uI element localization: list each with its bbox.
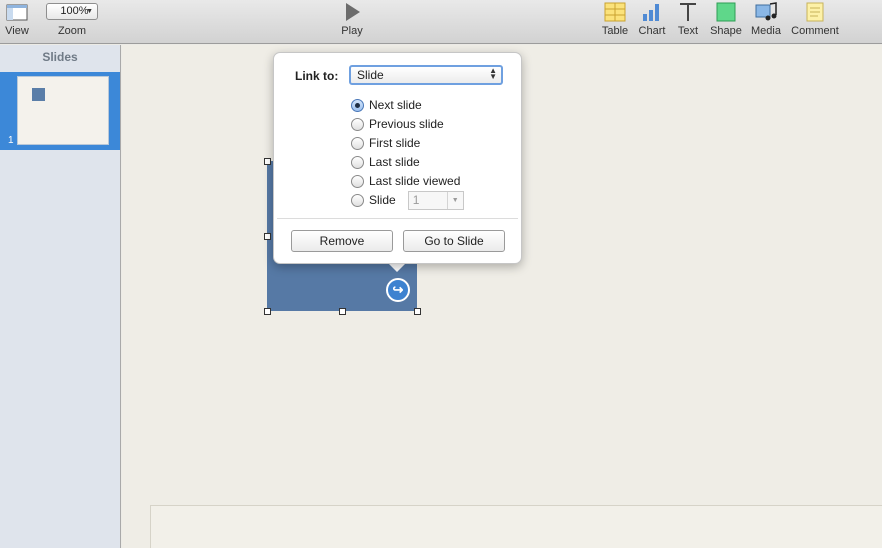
text-icon (680, 3, 696, 21)
media-icon (755, 2, 777, 21)
radio-button[interactable] (351, 155, 364, 169)
comment-label: Comment (791, 25, 839, 37)
play-label: Play (341, 25, 363, 37)
radio-button-selected[interactable] (351, 98, 364, 112)
slides-sidebar: Slides 1 (0, 45, 121, 548)
resize-handle-top-left[interactable] (264, 158, 271, 165)
chart-icon (643, 4, 659, 21)
text-label: Text (677, 25, 699, 37)
shape-icon (716, 2, 736, 22)
slide-number: 1 (8, 135, 14, 146)
slide-number-stepper[interactable]: 1 ▼ (407, 190, 464, 210)
comment-icon (806, 2, 824, 22)
shape-label: Shape (710, 25, 742, 37)
zoom-value: 100% (60, 5, 89, 17)
media-button[interactable]: Media (747, 0, 785, 44)
table-icon (604, 2, 626, 22)
chart-button[interactable]: Chart (635, 0, 669, 44)
radio-next-slide[interactable]: Next slide (351, 97, 422, 113)
view-button[interactable]: View (0, 0, 34, 44)
chevron-down-icon[interactable]: ▼ (446, 191, 463, 209)
media-label: Media (751, 25, 781, 37)
table-button[interactable]: Table (598, 0, 632, 44)
slide-edge (150, 505, 882, 548)
radio-label: Next slide (369, 98, 422, 112)
resize-handle-bottom-right[interactable] (414, 308, 421, 315)
radio-first-slide[interactable]: First slide (351, 135, 420, 151)
comment-button[interactable]: Comment (788, 0, 842, 44)
thumbnail-shape (32, 88, 45, 101)
link-to-value: Slide (357, 68, 384, 82)
zoom-select[interactable]: 100% ▼ (46, 3, 98, 20)
shape-button[interactable]: Shape (708, 0, 744, 44)
link-popover: Link to: Slide ▲ ▼ Next slide Previous sl… (273, 52, 522, 264)
play-button[interactable]: Play (334, 0, 370, 44)
radio-button[interactable] (351, 136, 364, 150)
go-to-slide-button[interactable]: Go to Slide (403, 230, 505, 252)
radio-label: Last slide (369, 155, 420, 169)
resize-handle-bottom[interactable] (339, 308, 346, 315)
radio-label: Previous slide (369, 117, 444, 131)
view-icon (6, 4, 28, 21)
radio-last-slide-viewed[interactable]: Last slide viewed (351, 173, 460, 189)
slide-thumbnail[interactable] (17, 76, 109, 145)
remove-button[interactable]: Remove (291, 230, 393, 252)
play-icon (346, 3, 360, 21)
radio-button[interactable] (351, 193, 364, 207)
table-label: Table (601, 25, 629, 37)
updown-arrows-icon: ▲ ▼ (489, 66, 497, 81)
resize-handle-left[interactable] (264, 233, 271, 240)
radio-slide[interactable]: Slide 1 ▼ (351, 190, 464, 210)
radio-previous-slide[interactable]: Previous slide (351, 116, 444, 132)
slide-number-value: 1 (412, 192, 420, 207)
view-label: View (5, 25, 29, 37)
radio-label: Last slide viewed (369, 174, 461, 188)
radio-last-slide[interactable]: Last slide (351, 154, 420, 170)
resize-handle-bottom-left[interactable] (264, 308, 271, 315)
radio-label: Slide (369, 193, 396, 207)
radio-button[interactable] (351, 174, 364, 188)
sidebar-title: Slides (42, 50, 78, 64)
chart-label: Chart (638, 25, 666, 37)
radio-button[interactable] (351, 117, 364, 131)
hyperlink-icon[interactable]: ↪ (386, 278, 410, 302)
link-to-label: Link to: (295, 69, 339, 83)
slide-thumbnail-row[interactable]: 1 (0, 72, 120, 150)
zoom-control: 100% ▼ Zoom (40, 0, 104, 44)
zoom-label: Zoom (57, 25, 87, 37)
toolbar: View 100% ▼ Zoom Play Table Chart Text S… (0, 0, 882, 44)
chevron-down-icon: ▼ (86, 8, 93, 15)
popover-divider (277, 218, 518, 219)
radio-label: First slide (369, 136, 421, 150)
link-to-select[interactable]: Slide ▲ ▼ (349, 65, 503, 85)
text-button[interactable]: Text (672, 0, 704, 44)
